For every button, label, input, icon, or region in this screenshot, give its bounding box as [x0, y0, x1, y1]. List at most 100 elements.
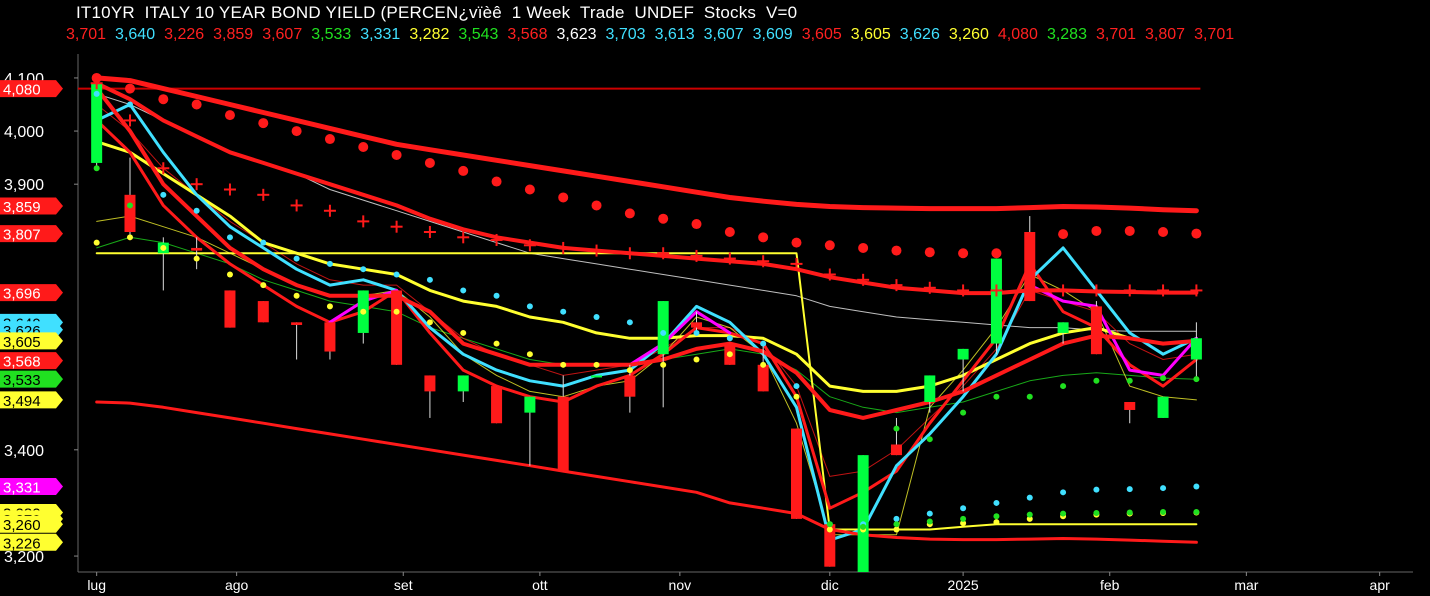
dot-marker	[393, 308, 400, 315]
dot-marker	[260, 239, 267, 246]
dot-marker	[960, 505, 967, 512]
y-tick-label: 4,000	[4, 124, 44, 141]
candle-body	[1124, 402, 1136, 410]
candle-body	[1090, 306, 1102, 355]
candle-body	[890, 444, 902, 456]
x-tick-label: 2025	[948, 577, 979, 593]
candle-body	[457, 375, 469, 392]
dot-marker	[926, 518, 933, 525]
dot-marker	[758, 232, 769, 243]
dot-marker	[560, 308, 567, 315]
candle-body	[691, 322, 703, 328]
axis-value-badge-label: 4,080	[3, 82, 41, 99]
dot-marker	[826, 521, 833, 528]
dot-marker	[660, 329, 667, 336]
dot-marker	[526, 351, 533, 358]
candle-body	[191, 247, 203, 251]
dot-marker	[893, 425, 900, 432]
axis-value-badge-label: 3,533	[3, 372, 41, 389]
dot-marker	[591, 200, 602, 211]
dot-marker	[693, 356, 700, 363]
dot-marker	[1026, 393, 1033, 400]
dot-marker	[724, 227, 735, 237]
dot-marker	[891, 245, 902, 256]
axis-value-badge-label: 3,696	[3, 286, 41, 303]
candle-body	[1057, 322, 1069, 333]
dot-marker	[624, 208, 635, 219]
dot-marker	[991, 248, 1002, 259]
axis-value-badge-label: 3,605	[3, 334, 41, 351]
dot-marker	[493, 292, 500, 299]
dot-marker	[693, 329, 700, 336]
dot-marker	[1160, 375, 1167, 382]
dot-marker	[726, 335, 733, 342]
dot-marker	[893, 526, 900, 533]
dot-marker	[893, 515, 900, 522]
dot-marker	[526, 303, 533, 310]
axis-value-badge-label: 3,331	[3, 479, 41, 496]
dot-marker	[460, 287, 467, 294]
candle-body	[1157, 396, 1169, 418]
dot-marker	[993, 393, 1000, 400]
dot-marker	[293, 255, 300, 262]
dot-marker	[1193, 376, 1200, 383]
dot-marker	[1058, 229, 1069, 240]
axis-value-badge-label: 3,494	[3, 393, 41, 410]
dot-marker	[1126, 509, 1133, 516]
dot-marker	[258, 118, 269, 129]
candle-body	[924, 375, 936, 402]
chart-root: IT10YR ITALY 10 YEAR BOND YIELD (PERCEN¿…	[0, 0, 1430, 596]
dot-marker	[1126, 377, 1133, 384]
dot-marker	[924, 247, 935, 258]
dot-marker	[93, 165, 100, 172]
dot-marker	[960, 409, 967, 416]
dot-marker	[358, 142, 369, 152]
dot-marker	[1024, 241, 1035, 252]
dot-marker	[126, 202, 133, 209]
dot-marker	[1093, 377, 1100, 384]
x-tick-label: ago	[225, 577, 249, 593]
dot-marker	[160, 191, 167, 198]
dot-marker	[458, 165, 469, 176]
dot-marker	[426, 276, 433, 283]
candle-body	[757, 364, 769, 392]
x-tick-label: mar	[1234, 577, 1258, 593]
x-tick-label: lug	[87, 577, 106, 593]
candle-body	[491, 386, 503, 424]
dot-marker	[1193, 508, 1200, 515]
axis-value-badge-label: 3,568	[3, 354, 41, 371]
dot-marker	[1060, 510, 1067, 517]
dot-marker	[893, 521, 900, 528]
dot-marker	[726, 351, 733, 358]
dot-marker	[793, 393, 800, 400]
x-tick-label: set	[394, 577, 413, 593]
dot-marker	[791, 237, 802, 248]
dot-marker	[691, 219, 702, 230]
x-tick-label: apr	[1370, 577, 1391, 593]
dot-marker	[126, 234, 133, 241]
dot-marker	[291, 126, 302, 137]
candle-body	[424, 375, 436, 392]
dot-marker	[93, 90, 100, 97]
dot-marker	[1158, 227, 1169, 237]
dot-marker	[93, 239, 100, 246]
dot-marker	[360, 266, 367, 273]
candle-body	[557, 396, 569, 472]
dot-marker	[193, 207, 200, 214]
dot-marker	[760, 361, 767, 368]
candle-body	[624, 375, 636, 397]
dot-marker	[260, 282, 267, 289]
candle-body	[324, 322, 336, 352]
dot-marker	[958, 248, 969, 259]
dot-marker	[1191, 228, 1202, 239]
dot-marker	[593, 361, 600, 368]
axis-value-badge-label: 3,859	[3, 199, 41, 216]
dot-marker	[760, 340, 767, 347]
price-chart[interactable]: 4,1004,0003,9003,4003,200lug ago set ott nov…	[0, 0, 1430, 596]
axis-value-badge-label: 3,807	[3, 227, 41, 244]
candle-body	[257, 301, 269, 323]
dot-marker	[1060, 383, 1067, 390]
dot-marker	[160, 244, 167, 251]
dot-marker	[860, 523, 867, 530]
dot-marker	[593, 314, 600, 320]
